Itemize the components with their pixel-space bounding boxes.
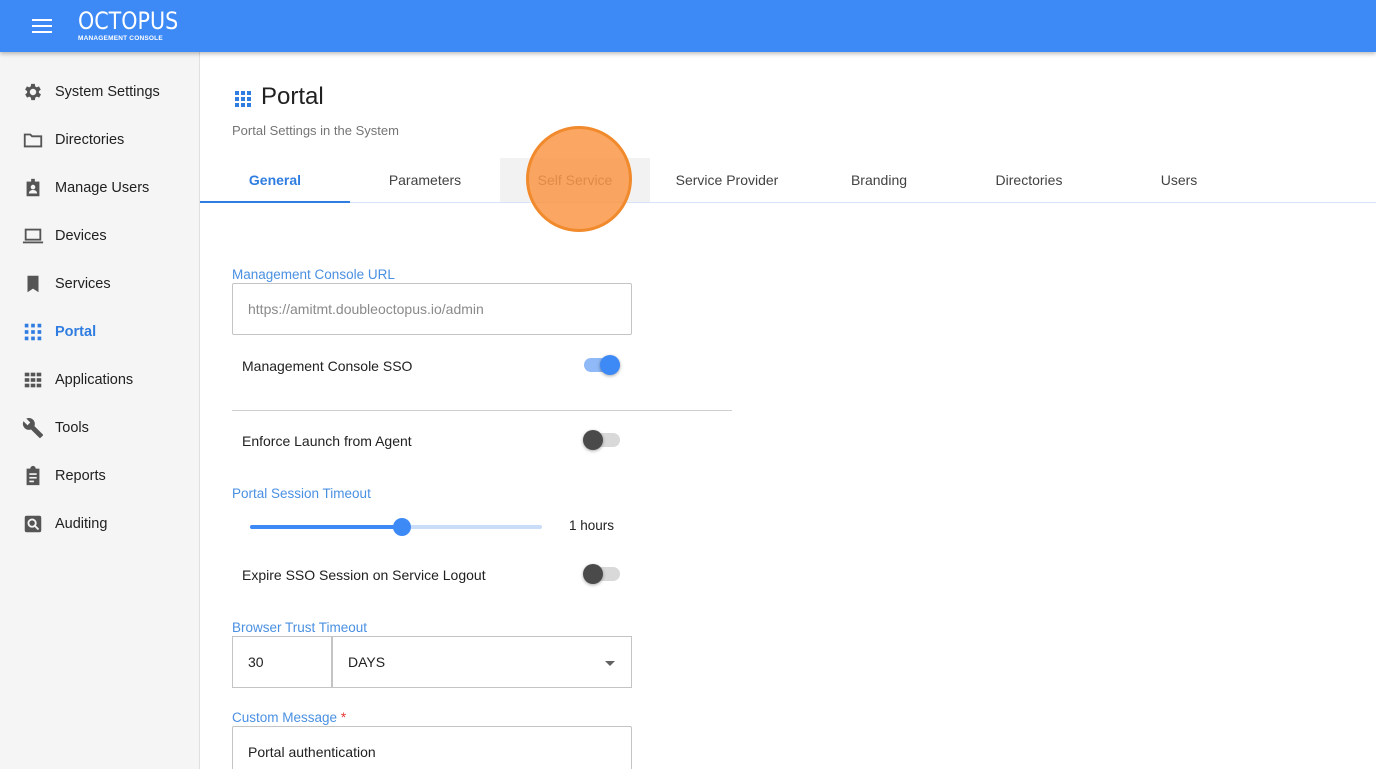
logo-subtitle: MANAGEMENT CONSOLE — [78, 35, 163, 42]
custom-message-input[interactable]: Portal authentication — [232, 726, 632, 769]
session-timeout-slider[interactable] — [250, 518, 542, 538]
sidebar-item-reports[interactable]: Reports — [0, 456, 199, 496]
sidebar-item-label: Reports — [55, 468, 106, 484]
clipboard-icon — [26, 465, 40, 486]
folder-icon — [23, 133, 43, 148]
browser-trust-label: Browser Trust Timeout — [232, 620, 368, 635]
logo-title: OCTOPUS — [78, 7, 179, 35]
tab-parameters[interactable]: Parameters — [350, 158, 500, 202]
browser-trust-amount-input[interactable]: 30 — [232, 636, 332, 688]
grid-icon — [235, 91, 251, 107]
slider-thumb[interactable] — [392, 518, 411, 536]
hamburger-menu-icon[interactable] — [22, 14, 62, 38]
toggle-knob — [600, 355, 620, 375]
apps-icon — [24, 372, 42, 388]
console-sso-toggle[interactable] — [584, 355, 620, 375]
sidebar-item-manage-users[interactable]: Manage Users — [0, 168, 199, 208]
console-sso-label: Management Console SSO — [242, 358, 413, 374]
console-url-label: Management Console URL — [232, 267, 395, 282]
toggle-knob — [583, 564, 603, 584]
enforce-agent-toggle[interactable] — [583, 430, 620, 450]
main-content: Portal Portal Settings in the System Gen… — [200, 52, 1376, 769]
toggle-knob — [583, 430, 603, 450]
sidebar-item-tools[interactable]: Tools — [0, 408, 199, 448]
console-url-input[interactable]: https://amitmt.doubleoctopus.io/admin — [232, 283, 632, 335]
expire-sso-toggle[interactable] — [583, 564, 620, 584]
sidebar-item-services[interactable]: Services — [0, 264, 199, 304]
sidebar-item-label: System Settings — [55, 84, 160, 100]
sidebar-item-label: Manage Users — [55, 180, 150, 196]
console-sso-row: Management Console SSO — [242, 354, 622, 378]
tab-service-provider[interactable]: Service Provider — [652, 158, 802, 202]
sidebar-item-label: Auditing — [55, 516, 108, 532]
wrench-icon — [22, 418, 44, 439]
chevron-down-icon — [605, 661, 615, 666]
tab-directories[interactable]: Directories — [954, 158, 1104, 202]
tab-branding[interactable]: Branding — [804, 158, 954, 202]
tab-bar: General Parameters Self Service Service … — [200, 158, 1376, 203]
page-subtitle: Portal Settings in the System — [232, 123, 399, 138]
page-title: Portal — [261, 83, 324, 110]
sidebar-item-label: Services — [55, 276, 111, 292]
gear-icon — [25, 83, 41, 101]
session-timeout-label: Portal Session Timeout — [232, 486, 371, 501]
octopus-logo: OCTOPUS MANAGEMENT CONSOLE — [78, 8, 194, 42]
sidebar-item-label: Applications — [55, 372, 134, 388]
user-badge-icon — [26, 178, 40, 197]
tab-users[interactable]: Users — [1104, 158, 1254, 202]
bookmark-icon — [27, 275, 39, 293]
select-value: DAYS — [348, 654, 386, 670]
section-divider — [232, 410, 732, 411]
sidebar-item-directories[interactable]: Directories — [0, 120, 199, 160]
required-mark: * — [340, 710, 347, 725]
sidebar-item-label: Tools — [55, 420, 89, 436]
sidebar-item-devices[interactable]: Devices — [0, 216, 199, 256]
search-box-icon — [24, 515, 42, 533]
enforce-agent-label: Enforce Launch from Agent — [242, 433, 412, 449]
expire-sso-label: Expire SSO Session on Service Logout — [242, 567, 486, 583]
sidebar-item-system-settings[interactable]: System Settings — [0, 72, 199, 112]
sidebar-item-applications[interactable]: Applications — [0, 360, 199, 400]
sidebar-item-portal[interactable]: Portal — [0, 312, 199, 352]
sidebar-item-label: Portal — [55, 324, 97, 340]
laptop-icon — [22, 228, 44, 244]
top-app-bar: OCTOPUS MANAGEMENT CONSOLE — [0, 0, 1376, 52]
expire-sso-row: Expire SSO Session on Service Logout — [242, 563, 622, 587]
enforce-agent-row: Enforce Launch from Agent — [242, 429, 622, 453]
sidebar-item-auditing[interactable]: Auditing — [0, 504, 199, 544]
grid-icon — [24, 323, 42, 341]
session-timeout-value: 1 hours — [569, 518, 615, 533]
browser-trust-unit-select[interactable]: DAYS — [332, 636, 632, 688]
tab-general[interactable]: General — [200, 158, 350, 203]
slider-track — [250, 525, 402, 529]
tab-self-service[interactable]: Self Service — [500, 158, 650, 202]
custom-message-label: Custom Message * — [232, 710, 346, 725]
sidebar-item-label: Devices — [55, 228, 107, 244]
sidebar-nav: System Settings Directories Manage Users… — [0, 52, 200, 769]
custom-message-label-text: Custom Message — [232, 710, 338, 725]
sidebar-item-label: Directories — [55, 132, 125, 148]
